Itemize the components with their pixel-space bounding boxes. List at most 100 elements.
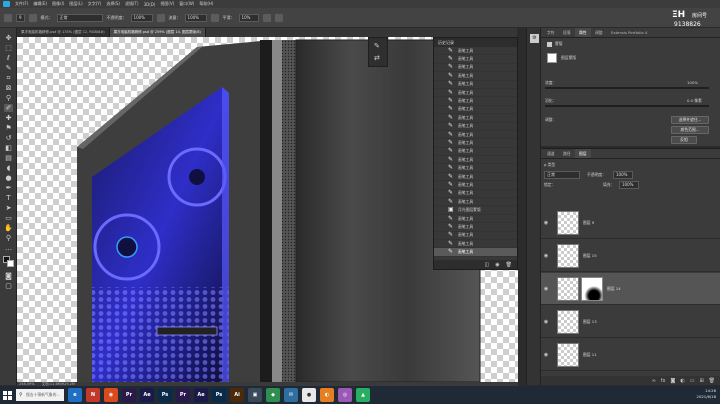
menu-item[interactable]: 帮助(H) [199,1,213,7]
taskbar-app-icon[interactable]: Ps [158,388,172,402]
adjust-panel-icon[interactable]: ⇄ [374,54,380,62]
opacity-field[interactable]: 100% [130,13,153,22]
flow-field[interactable]: 100% [184,13,207,22]
mode-select[interactable]: 正常 [56,13,103,22]
history-item[interactable]: ✎ 画笔工具 [434,89,517,98]
menu-item[interactable]: 图层(L) [69,1,82,7]
menu-item[interactable]: 图像(I) [52,1,64,7]
taskbar-app-icon[interactable]: ● [302,388,316,402]
taskbar-app-icon[interactable]: ◆ [266,388,280,402]
type-tool-icon[interactable]: T [4,194,13,202]
adjust-icon[interactable]: ⚙ [530,34,539,43]
visibility-eye-icon[interactable]: ◉ [541,220,551,226]
menu-item[interactable]: 窗口(W) [179,1,194,7]
menu-item[interactable]: 编辑(E) [33,1,47,7]
shape-tool-icon[interactable]: ▭ [4,214,13,222]
properties-tab[interactable]: Extensis Portfolio 4 [607,28,651,37]
blend-mode-select[interactable]: 正常 [544,171,580,179]
gear-icon[interactable] [262,13,271,22]
taskbar-app-icon[interactable]: N [86,388,100,402]
quick-select-tool-icon[interactable]: ✎ [4,64,13,72]
history-item[interactable]: ✎ 画笔工具 [434,139,517,148]
properties-tab[interactable]: 段落 [559,28,575,37]
taskbar-app-icon[interactable]: e [68,388,82,402]
visibility-eye-icon[interactable]: ◉ [541,319,551,325]
link-icon[interactable]: ∞ [652,378,656,384]
pressure-size-icon[interactable] [274,13,283,22]
density-value[interactable]: 100% [687,80,698,85]
visibility-eye-icon[interactable]: ◉ [541,352,551,358]
history-item[interactable]: ✎ 画笔工具 [434,106,517,115]
new-layer-icon[interactable]: ⊞ [699,378,703,384]
feather-slider[interactable] [545,105,709,107]
system-clock[interactable]: 14:26 2021/6/18 [697,388,716,400]
lasso-tool-icon[interactable]: ℓ [4,54,13,62]
history-item[interactable]: ✎ 画笔工具 [434,190,517,199]
zoom-tool-icon[interactable]: ⚲ [4,234,13,242]
history-item[interactable]: ✎ 画笔工具 [434,148,517,157]
history-panel-icon[interactable]: ✎ [374,42,380,50]
brush-tool-icon[interactable]: ✐ [4,104,13,112]
menu-item[interactable]: 选择(S) [106,1,120,7]
menu-item[interactable]: 文件(F) [15,1,28,7]
visibility-eye-icon[interactable]: ◉ [541,286,551,292]
layer-row[interactable]: ◉ 图层 9 [541,207,720,239]
taskbar-search[interactable]: ⚲ 搜去十锦新气象的... [16,389,64,401]
trash-icon[interactable]: 🗑 [506,262,512,268]
history-item[interactable]: ✎ 画笔工具 [434,97,517,106]
select-and-mask-button[interactable]: 选择并遮住... [671,116,709,124]
more-tools-icon[interactable]: … [4,244,13,252]
menu-item[interactable]: 视图(V) [160,1,174,7]
history-item[interactable]: ✎ 画笔工具 [434,156,517,165]
density-slider[interactable] [545,87,709,89]
clone-stamp-tool-icon[interactable]: ⚑ [4,124,13,132]
brush-settings-icon[interactable] [28,13,37,22]
history-item[interactable]: ✎ 画笔工具 [434,123,517,131]
quick-mask-icon[interactable]: ◙ [4,272,13,280]
crop-tool-icon[interactable]: ⌗ [4,74,13,82]
fx-icon[interactable]: fx [661,378,666,384]
menu-item[interactable]: 3D(D) [144,2,156,7]
visibility-eye-icon[interactable]: ◉ [541,253,551,259]
camera-icon[interactable]: ◉ [495,262,499,268]
healing-tool-icon[interactable]: ✚ [4,114,13,122]
blur-tool-icon[interactable]: ◖ [4,164,13,172]
fill-field[interactable]: 100% [619,181,639,189]
properties-tab[interactable]: 字符 [543,28,559,37]
history-item[interactable]: ✎ 画笔工具 [434,215,517,224]
hand-tool-icon[interactable]: ✋ [4,224,13,232]
taskbar-app-icon[interactable]: ◎ [338,388,352,402]
document-tab[interactable]: 果冻电脑机箱精修.psd @ 133% (图层 12, RGB/8#) [17,28,110,37]
trash-icon[interactable]: 🗑 [709,378,715,384]
snapshot-icon[interactable]: ◫ [485,262,490,268]
layer-mask-thumbnail[interactable] [581,276,603,301]
document-tab[interactable]: 果冻电脑机箱精修.psd @ 259% (图层 14, 图层蒙版/8) [109,28,206,37]
history-item[interactable]: ✎ 画笔工具 [434,64,517,73]
pen-tool-icon[interactable]: ✒ [4,184,13,192]
history-item[interactable]: ✎ 画笔工具 [434,240,517,249]
feather-value[interactable]: 0.0 像素 [687,98,702,104]
taskbar-app-icon[interactable]: ▲ [356,388,370,402]
pressure-opacity-icon[interactable] [156,13,165,22]
gradient-tool-icon[interactable]: ▤ [4,154,13,162]
move-tool-icon[interactable]: ✥ [4,34,13,42]
history-brush-tool-icon[interactable]: ↺ [4,134,13,142]
history-item[interactable]: ✎ 画笔工具 [434,47,517,56]
properties-tab[interactable]: 调整 [591,28,607,37]
taskbar-app-icon[interactable]: ✉ [284,388,298,402]
layer-opacity-field[interactable]: 100% [613,171,633,179]
invert-button[interactable]: 反相 [671,136,697,144]
frame-tool-icon[interactable]: ⊠ [4,84,13,92]
layer-row[interactable]: ◉ 图层 13 [541,306,720,338]
windows-start-icon[interactable] [0,386,14,404]
history-item[interactable]: ✎ 画笔工具 [434,173,517,182]
layers-tab[interactable]: 图层 [575,149,591,158]
history-item[interactable]: ✎ 画笔工具 [434,181,517,190]
layer-filter[interactable]: ρ 类型 [544,162,555,168]
layer-row[interactable]: ◉ 图层 15 [541,240,720,272]
properties-tab[interactable]: 属性 [575,28,591,37]
taskbar-app-icon[interactable]: ▣ [248,388,262,402]
taskbar-app-icon[interactable]: Ps [212,388,226,402]
taskbar-app-icon[interactable]: Ae [140,388,154,402]
taskbar-app-icon[interactable]: Pr [122,388,136,402]
